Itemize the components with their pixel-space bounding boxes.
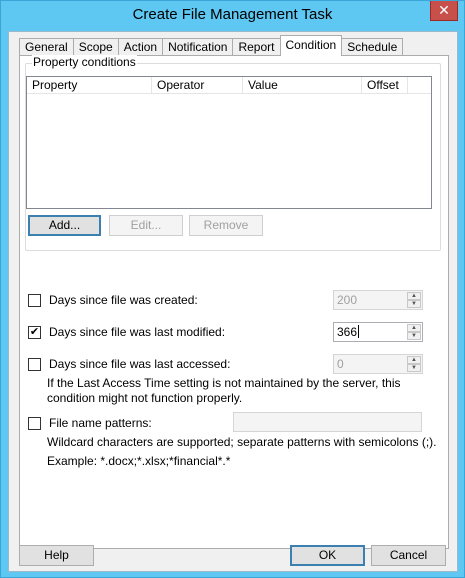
remove-button-label: Remove [203,218,249,232]
patterns-label: File name patterns: [49,416,152,430]
checkmark-icon: ✔ [29,325,40,338]
close-icon: ✕ [438,2,450,18]
accessed-note: If the Last Access Time setting is not m… [47,376,401,406]
text-caret [358,325,360,338]
help-button[interactable]: Help [19,545,94,566]
edit-button-label: Edit... [130,218,162,232]
created-checkbox[interactable] [28,293,41,307]
window-title: Create File Management Task [132,6,333,23]
spin-up-icon[interactable]: ▲ [407,324,421,332]
accessed-note-line2: condition might not function properly. [47,391,243,405]
created-days-value: 200 [337,293,358,307]
column-header-value[interactable]: Value [243,77,362,94]
tab-scope[interactable]: Scope [72,38,119,56]
edit-button[interactable]: Edit... [109,215,183,236]
list-header: Property Operator Value Offset [27,77,431,94]
accessed-condition-row: Days since file was last accessed: [28,356,230,372]
spin-down-icon[interactable]: ▼ [407,364,421,372]
tab-condition[interactable]: Condition [279,35,343,56]
patterns-note-line1: Wildcard characters are supported; separ… [47,435,437,449]
file-name-patterns-input[interactable] [233,412,422,432]
created-days-spinner[interactable]: 200 ▲ ▼ [333,290,423,310]
close-button[interactable]: ✕ [430,1,458,21]
accessed-spin-buttons: ▲ ▼ [407,356,421,372]
patterns-note: Wildcard characters are supported; separ… [47,435,437,469]
created-condition-row: Days since file was created: [28,292,198,308]
tab-notification[interactable]: Notification [162,38,234,56]
ok-button-label: OK [318,548,337,562]
dialog-client-area: General Scope Action Notification Report… [8,31,458,572]
cancel-button-label: Cancel [389,548,428,562]
spin-up-icon[interactable]: ▲ [407,292,421,300]
accessed-label: Days since file was last accessed: [49,357,231,371]
column-header-property[interactable]: Property [27,77,152,94]
remove-button[interactable]: Remove [189,215,263,236]
accessed-note-line1: If the Last Access Time setting is not m… [47,376,401,390]
tab-schedule[interactable]: Schedule [341,38,404,56]
property-conditions-group: Property conditions Property Operator Va… [25,55,441,251]
column-header-offset[interactable]: Offset [362,77,408,94]
tab-strip: General Scope Action Notification Report… [19,35,404,56]
ok-button[interactable]: OK [290,545,365,566]
condition-tab-panel: Property conditions Property Operator Va… [19,55,449,549]
dialog-window: Create File Management Task ✕ General Sc… [0,0,465,578]
spin-down-icon[interactable]: ▼ [407,332,421,340]
tab-general[interactable]: General [19,38,74,56]
add-button[interactable]: Add... [28,215,101,236]
tab-action[interactable]: Action [117,38,164,56]
accessed-days-spinner[interactable]: 0 ▲ ▼ [333,354,423,374]
cancel-button[interactable]: Cancel [371,545,446,566]
modified-spin-buttons: ▲ ▼ [407,324,421,340]
modified-label: Days since file was last modified: [49,325,226,339]
property-conditions-label: Property conditions [32,55,137,69]
title-bar[interactable]: Create File Management Task ✕ [1,1,464,31]
patterns-note-line2: Example: *.docx;*.xlsx;*financial*.* [47,454,231,468]
created-spin-buttons: ▲ ▼ [407,292,421,308]
property-conditions-list[interactable]: Property Operator Value Offset [26,76,432,209]
modified-checkbox[interactable]: ✔ [28,325,41,339]
help-button-label: Help [44,548,69,562]
spin-down-icon[interactable]: ▼ [407,300,421,308]
modified-days-value: 366 [337,325,358,339]
column-header-operator[interactable]: Operator [152,77,243,94]
created-label: Days since file was created: [49,293,198,307]
accessed-days-value: 0 [337,357,344,371]
accessed-checkbox[interactable] [28,357,41,371]
patterns-checkbox[interactable] [28,416,41,430]
patterns-condition-row: File name patterns: [28,415,152,431]
modified-condition-row: ✔ Days since file was last modified: [28,324,225,340]
add-button-label: Add... [48,218,81,232]
modified-days-spinner[interactable]: 366 ▲ ▼ [333,322,423,342]
spin-up-icon[interactable]: ▲ [407,356,421,364]
tab-report[interactable]: Report [232,38,281,56]
